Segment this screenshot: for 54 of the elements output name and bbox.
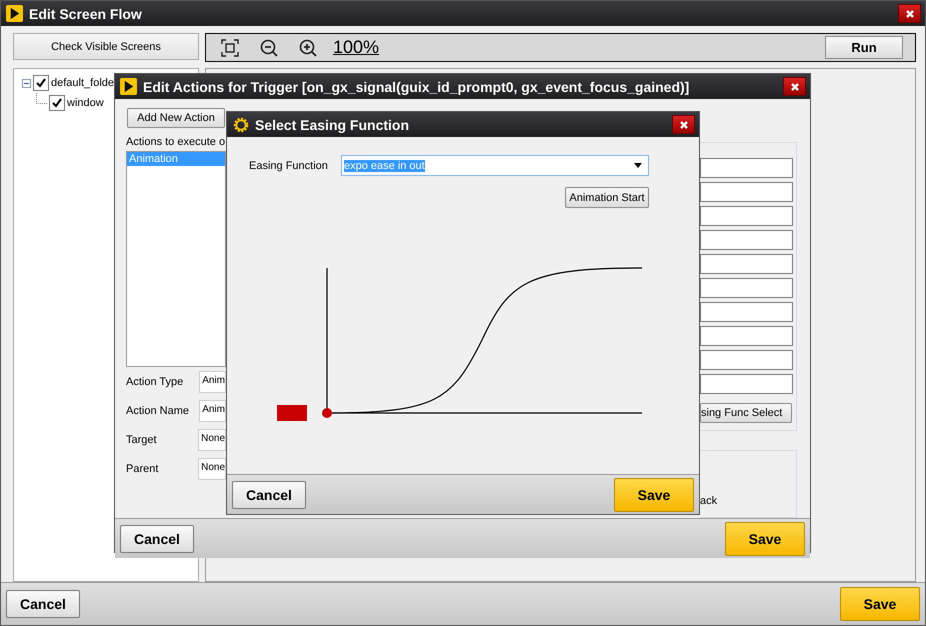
input-field[interactable] [700,326,793,346]
close-button[interactable] [898,4,921,23]
fit-screen-icon[interactable] [221,38,239,56]
save-button[interactable]: Save [614,478,694,512]
input-field[interactable] [700,350,793,370]
animation-start-button[interactable]: Animation Start [565,187,649,208]
dialog-title: Edit Actions for Trigger [on_gx_signal(guix_id_prompt0, gx_event_focus_gained)] [143,78,690,94]
input-field[interactable] [700,278,793,298]
input-field[interactable] [700,158,793,178]
field-label: Action Type [126,376,184,388]
cancel-button[interactable]: Cancel [6,590,80,618]
run-button[interactable]: Run [825,36,903,59]
checkbox[interactable] [49,95,65,111]
field-label: Action Name [126,404,190,416]
input-field[interactable]: Anim [199,400,226,422]
checkbox[interactable] [33,75,49,91]
play-icon [120,78,137,95]
zoom-in-icon[interactable] [299,38,317,56]
caret-icon [634,163,642,168]
expander-icon[interactable] [22,78,31,88]
actions-label: Actions to execute o [126,136,226,148]
input-field[interactable] [700,182,793,202]
dialog-title: Select Easing Function [255,116,410,132]
easing-function-label: Easing Function [249,160,329,172]
tree-item[interactable]: window [67,97,104,109]
close-icon [678,120,688,130]
check-visible-screens-button[interactable]: Check Visible Screens [13,33,199,60]
close-icon [904,8,914,18]
cancel-button[interactable]: Cancel [120,524,194,552]
input-field[interactable] [700,254,793,274]
input-field[interactable] [700,374,793,394]
close-button[interactable] [672,115,695,134]
input-field[interactable]: Anim [199,370,226,392]
easing-func-select-button[interactable]: sing Func Select [700,403,792,423]
play-icon [6,5,23,22]
add-new-action-button[interactable]: Add New Action [127,108,225,128]
option-label: ack [700,495,718,509]
gear-icon [232,116,250,134]
cancel-button[interactable]: Cancel [232,480,306,508]
close-button[interactable] [783,77,806,96]
save-button[interactable]: Save [840,587,920,621]
field-label: Target [126,434,158,446]
save-button[interactable]: Save [725,522,805,556]
input-field[interactable]: None [198,458,226,480]
field-label: Parent [126,462,160,474]
tree-item[interactable]: default_folde [51,77,114,89]
window-title: Edit Screen Flow [29,6,143,22]
close-icon [790,82,800,92]
zoom-out-icon[interactable] [260,38,278,56]
input-field[interactable] [700,230,793,250]
input-field[interactable]: None [198,428,226,450]
input-field[interactable] [700,302,793,322]
input-field[interactable] [700,206,793,226]
zoom-level-link[interactable]: 100% [333,37,380,58]
